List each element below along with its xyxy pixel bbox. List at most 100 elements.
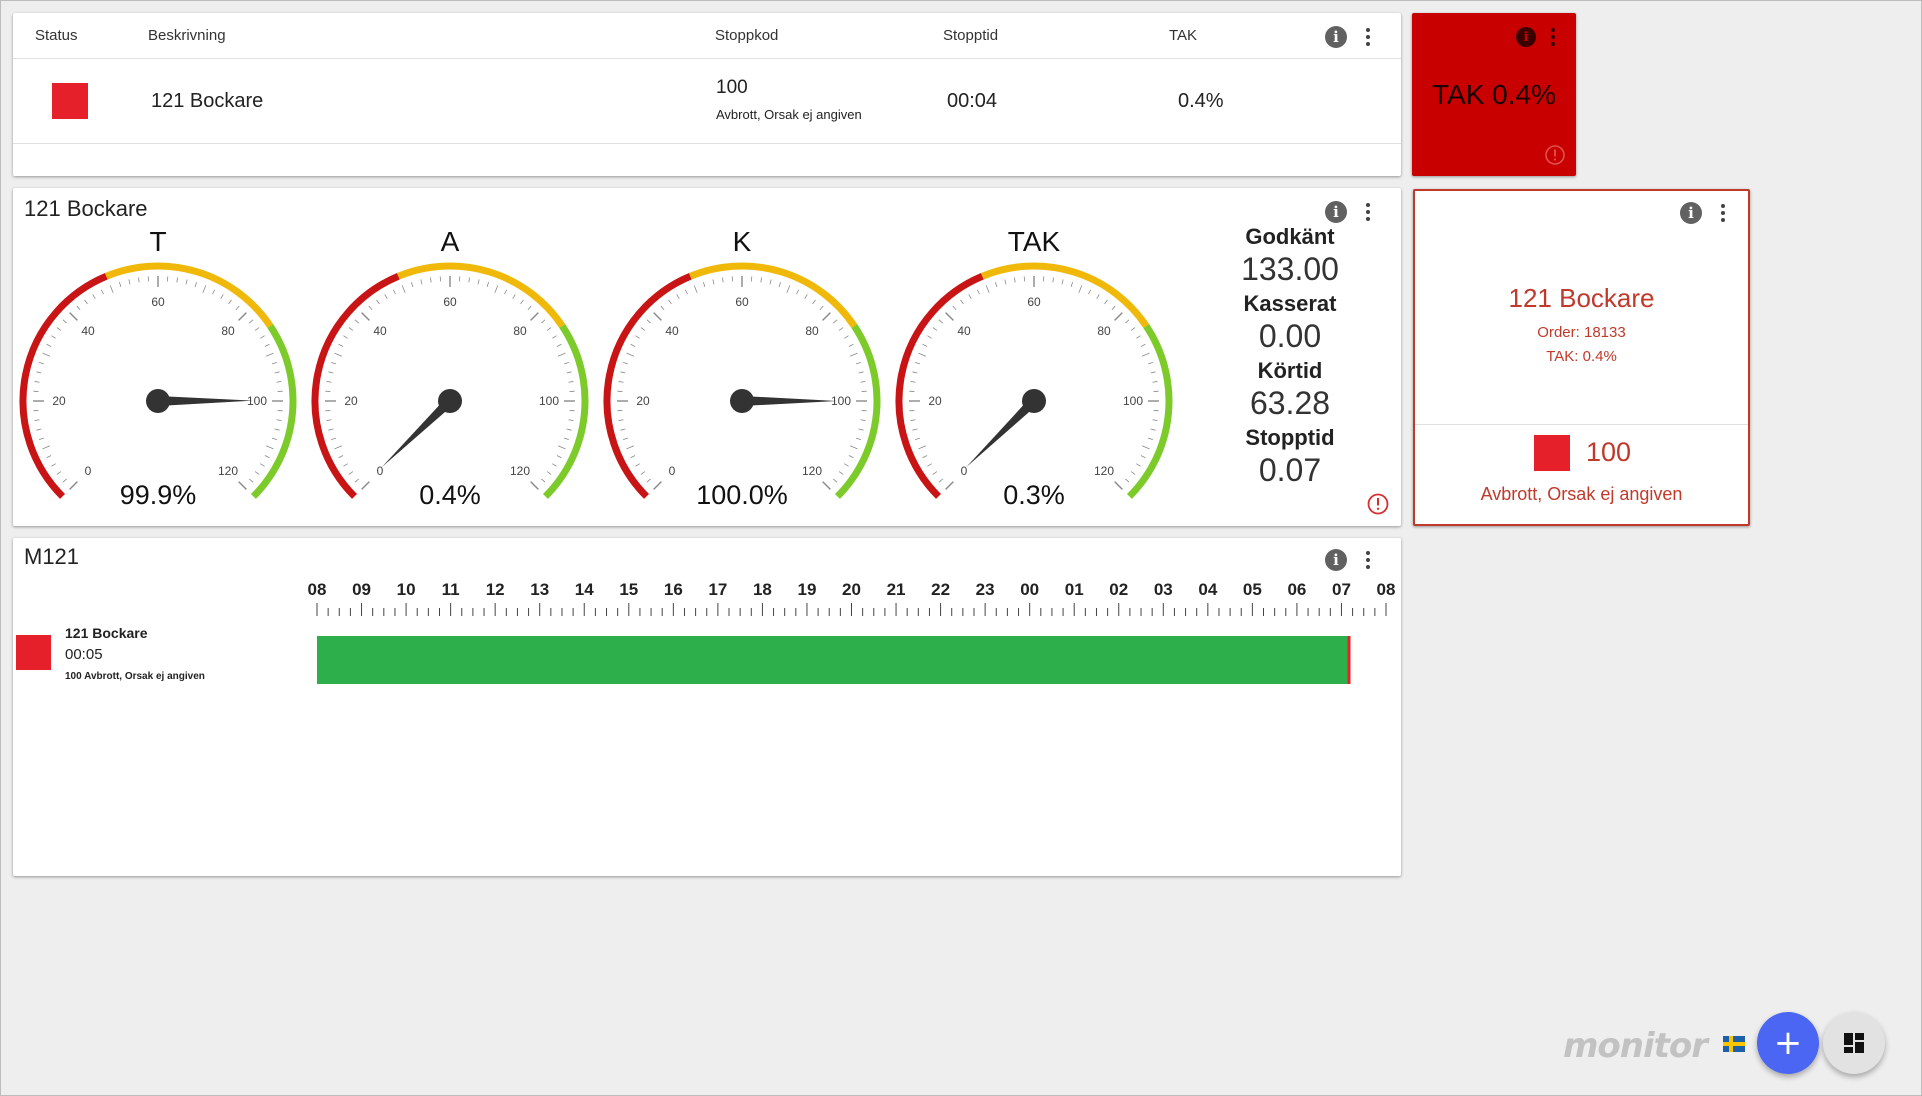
monitor-logo: monitor [1563, 1026, 1708, 1066]
gauge-value: 0.3% [1003, 480, 1065, 510]
gauge-tick [343, 335, 348, 339]
table-row[interactable]: 121 Bockare 100 Avbrott, Orsak ej angive… [13, 59, 1401, 144]
gauge-tick [56, 471, 62, 475]
gauge-scale-label: 0 [377, 464, 384, 478]
gauge-tick [858, 371, 864, 374]
gauge-value: 100.0% [696, 480, 788, 510]
gauge-tick [530, 312, 539, 321]
gauge-scale-label: 20 [52, 394, 66, 408]
gauge-scale-label: 40 [81, 324, 95, 338]
timeline-hour-label: 00 [1020, 580, 1039, 599]
info-icon[interactable]: i [1680, 202, 1702, 224]
gauge-tick [910, 419, 916, 421]
gauge-tick [844, 463, 849, 467]
gauge-tick [1070, 281, 1074, 287]
gauge-tick [264, 455, 270, 459]
info-icon[interactable]: i [1516, 27, 1536, 47]
gauge-tick [1078, 285, 1083, 294]
gauge-tick [968, 294, 972, 299]
gauge-tick [1152, 419, 1158, 421]
gauge-tick [326, 419, 332, 421]
gauge-tick [202, 285, 207, 294]
gauge: 0 20 40 60 80 100 120 [311, 262, 589, 499]
gauge-tick [626, 445, 635, 450]
gauge-tick [918, 445, 927, 450]
gauges-card: 121 Bockare i T 0 20 40 60 80 100 120 99.9% A 0 20 4… [13, 188, 1401, 526]
gauge-tick [860, 381, 866, 383]
gauge-tick [838, 327, 844, 331]
gauge-tick [1141, 352, 1150, 357]
info-icon[interactable]: i [1325, 201, 1347, 223]
gauge-tick [848, 343, 854, 347]
timeline-hour-label: 20 [842, 580, 861, 599]
gauge-hub [146, 389, 170, 413]
gauge-scale-label: 100 [1123, 394, 1143, 408]
info-icon[interactable]: i [1325, 26, 1347, 48]
gauge-tick [62, 319, 68, 324]
divider [1415, 424, 1748, 425]
gauge-tick [927, 463, 932, 467]
gauge-tick [1136, 463, 1141, 467]
add-button[interactable]: + [1757, 1012, 1819, 1074]
status-indicator [1534, 435, 1570, 471]
gauge-tick [922, 343, 928, 347]
gauge-scale-label: 100 [247, 394, 267, 408]
gauge-scale-label: 120 [218, 464, 238, 478]
gauge-tick [693, 285, 698, 294]
more-options-icon[interactable] [1357, 25, 1379, 49]
gauge-band [834, 324, 881, 499]
gauge-tick [540, 319, 546, 324]
gauge-band [250, 324, 297, 499]
gauge-tick [546, 327, 552, 331]
gauge-tick [668, 299, 672, 305]
gauge-tick [819, 305, 824, 311]
gauge-scale-label: 0 [961, 464, 968, 478]
timeline-run-bar[interactable] [317, 636, 1348, 684]
gauge-tick [860, 419, 866, 421]
machine-status-card[interactable]: i 121 Bockare Order: 18133 TAK: 0.4% 100… [1413, 189, 1750, 526]
gauge-tick [368, 305, 373, 311]
gauge-tick [626, 352, 635, 357]
gauge-tick [618, 419, 624, 421]
gauge-scale-label: 20 [928, 394, 942, 408]
gauge-tick [185, 279, 188, 285]
gauge-scale-label: 0 [669, 464, 676, 478]
gauge-tick [109, 285, 114, 294]
gauge-tick [512, 294, 516, 299]
gauge-tick [1140, 343, 1146, 347]
gauge-tick [1152, 381, 1158, 383]
swedish-flag-icon[interactable] [1723, 1036, 1745, 1052]
gauge-tick [838, 471, 844, 475]
gauge-tick [620, 428, 626, 431]
gauge-scale-label: 60 [1027, 295, 1041, 309]
gauge-tick [354, 478, 360, 483]
gauge-tick [254, 327, 260, 331]
gauge-scale-label: 40 [957, 324, 971, 338]
gauge-tick [653, 481, 662, 490]
more-options-icon[interactable] [1712, 201, 1734, 225]
dashboard-button[interactable] [1823, 1012, 1885, 1074]
machine-order: Order: 18133 [1537, 324, 1626, 341]
more-options-icon[interactable] [1542, 25, 1564, 49]
table-header: Status Beskrivning Stoppkod Stopptid TAK [13, 13, 1401, 59]
more-options-icon[interactable] [1357, 200, 1379, 224]
gauge-tick [228, 299, 232, 305]
gauge-tick [486, 281, 490, 287]
timeline-stop-bar[interactable] [1347, 636, 1351, 684]
gauge-tick [952, 305, 957, 311]
gauge-tick [622, 361, 628, 365]
gauge-tick [712, 279, 715, 285]
gauge-tick [1111, 305, 1116, 311]
gauge-tick [540, 478, 546, 483]
timeline-hour-label: 21 [887, 580, 906, 599]
gauge-tick [1148, 361, 1154, 365]
gauge-tick [796, 289, 800, 295]
gauge-band [19, 273, 108, 499]
gauge-tick [786, 285, 791, 294]
gauge-tick [343, 463, 348, 467]
gauge-tick [1114, 481, 1123, 490]
gauge-tick [646, 478, 652, 483]
timeline-hour-label: 11 [442, 580, 460, 599]
tak-alarm-card[interactable]: i TAK 0.4% [1412, 13, 1576, 176]
gauge-tick [272, 361, 278, 365]
